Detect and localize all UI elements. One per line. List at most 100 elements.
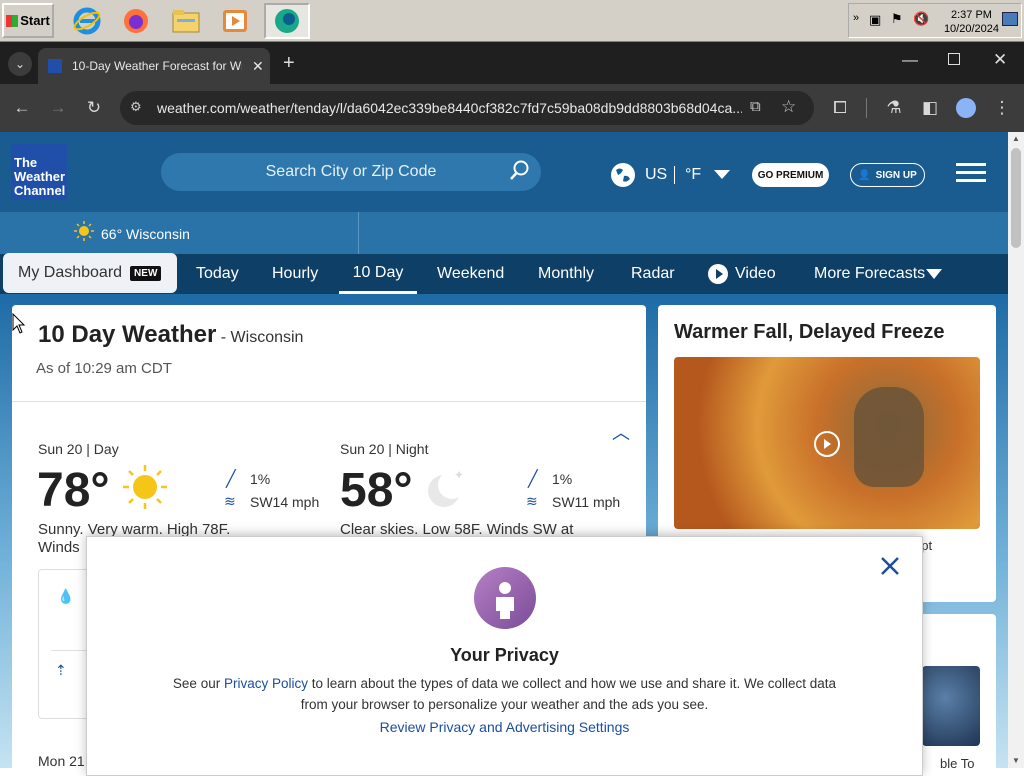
night-wind-icon: ≋ bbox=[526, 493, 538, 509]
nav-10-day[interactable]: 10 Day bbox=[339, 254, 417, 294]
globe-icon[interactable] bbox=[610, 162, 636, 193]
review-privacy-settings-link[interactable]: Review Privacy and Advertising Settings bbox=[87, 719, 922, 735]
active-tab[interactable]: 10-Day Weather Forecast for Wisco ✕ bbox=[38, 48, 270, 84]
recent-locations-bar: 66° Wisconsin bbox=[0, 212, 1008, 254]
sign-up-label: SIGN UP bbox=[875, 169, 917, 181]
nav-today[interactable]: Today bbox=[196, 254, 239, 294]
day-part: | Day bbox=[86, 441, 119, 457]
mouse-cursor-icon bbox=[12, 312, 26, 340]
address-bar[interactable]: ⚙ weather.com/weather/tenday/l/da6042ec3… bbox=[120, 91, 814, 125]
more-forecasts-caret-icon[interactable] bbox=[926, 269, 942, 279]
video-play-icon[interactable] bbox=[814, 431, 840, 457]
internet-explorer-icon[interactable] bbox=[70, 4, 104, 38]
day-temperature: 78° bbox=[37, 464, 110, 517]
night-precip: 1% bbox=[552, 471, 573, 487]
tray-expand-icon[interactable]: » bbox=[853, 12, 859, 24]
install-app-icon[interactable]: ⧉ bbox=[750, 98, 761, 115]
day-precip: 1% bbox=[250, 471, 271, 487]
logo-line-3: Channel bbox=[14, 183, 66, 198]
card-divider bbox=[12, 401, 646, 402]
restore-icon[interactable] bbox=[948, 53, 960, 65]
privacy-person-icon bbox=[474, 567, 536, 629]
page-scrollbar[interactable]: ▲ ▼ bbox=[1008, 132, 1024, 768]
minimize-icon[interactable]: — bbox=[902, 52, 918, 70]
night-temperature: 58° bbox=[340, 464, 413, 517]
side-panel-icon[interactable]: ◧ bbox=[918, 96, 942, 120]
second-article-fragment: ble To bbox=[940, 756, 975, 768]
clear-night-moon-icon: ✦ bbox=[422, 463, 470, 516]
search-icon[interactable] bbox=[509, 159, 531, 186]
humidity-icon: 💧 bbox=[57, 588, 75, 604]
windows-logo-icon bbox=[6, 14, 19, 27]
ten-day-title: 10 Day Weather bbox=[38, 321, 217, 348]
scroll-down-icon[interactable]: ▼ bbox=[1012, 756, 1020, 765]
nav-weekend[interactable]: Weekend bbox=[437, 254, 504, 294]
nav-video[interactable]: Video bbox=[735, 254, 776, 294]
clock-time: 2:37 PM bbox=[950, 9, 992, 21]
forward-icon[interactable]: → bbox=[46, 96, 70, 120]
tab-close-icon[interactable]: ✕ bbox=[252, 58, 264, 75]
labs-flask-icon[interactable]: ⚗ bbox=[882, 96, 906, 120]
start-label: Start bbox=[20, 13, 50, 28]
network-icon[interactable]: ▣ bbox=[869, 12, 881, 28]
nav-more-forecasts[interactable]: More Forecasts bbox=[814, 254, 925, 294]
night-wind: SW11 mph bbox=[552, 494, 621, 510]
weather-favicon-icon bbox=[48, 59, 62, 73]
region-label[interactable]: US bbox=[645, 166, 667, 184]
edge-browser-icon[interactable] bbox=[264, 3, 310, 39]
svg-text:✦: ✦ bbox=[454, 468, 464, 482]
logo-line-2: Weather bbox=[14, 169, 66, 184]
new-tab-icon[interactable]: + bbox=[283, 52, 295, 75]
file-explorer-icon[interactable] bbox=[169, 4, 203, 38]
article-title[interactable]: Warmer Fall, Delayed Freeze bbox=[674, 321, 945, 344]
site-info-icon[interactable]: ⚙ bbox=[130, 99, 142, 115]
night-heading: Sun 20 | Night bbox=[340, 441, 428, 457]
day-heading: Sun 20 | Day bbox=[38, 441, 119, 457]
scrollbar-thumb[interactable] bbox=[1011, 148, 1021, 248]
clock[interactable]: 2:37 PM 10/20/2024 bbox=[944, 8, 999, 36]
privacy-modal: Your Privacy See our Privacy Policy to l… bbox=[86, 536, 923, 776]
media-player-icon[interactable] bbox=[218, 4, 252, 38]
privacy-policy-link[interactable]: Privacy Policy bbox=[224, 676, 308, 691]
search-input[interactable]: Search City or Zip Code bbox=[161, 153, 541, 191]
sun-icon bbox=[74, 221, 94, 246]
privacy-body-prefix: See our bbox=[172, 676, 224, 691]
url-text: weather.com/weather/tenday/l/da6042ec339… bbox=[157, 100, 742, 116]
bookmark-star-icon[interactable]: ☆ bbox=[781, 97, 796, 117]
extensions-icon[interactable]: ⧠ bbox=[828, 96, 852, 120]
collapse-chevron-up-icon[interactable]: ︿ bbox=[612, 419, 630, 445]
back-icon[interactable]: ← bbox=[10, 96, 34, 120]
sign-up-button[interactable]: 👤 SIGN UP bbox=[850, 163, 925, 187]
show-desktop-icon[interactable] bbox=[1002, 12, 1018, 26]
chrome-menu-icon[interactable]: ⋮ bbox=[990, 96, 1014, 120]
hamburger-menu-icon[interactable] bbox=[956, 163, 986, 188]
system-tray: » ▣ ⚑ 🔇 2:37 PM 10/20/2024 bbox=[848, 3, 1022, 38]
nav-monthly[interactable]: Monthly bbox=[538, 254, 594, 294]
profile-avatar[interactable] bbox=[956, 98, 976, 118]
windows-taskbar: Start » ▣ ⚑ 🔇 2:37 PM 10/20/2024 bbox=[0, 0, 1024, 42]
window-close-icon[interactable]: ✕ bbox=[993, 50, 1007, 70]
start-button[interactable]: Start bbox=[2, 3, 54, 38]
play-icon[interactable] bbox=[708, 264, 728, 284]
close-icon[interactable] bbox=[879, 555, 901, 582]
owl-video-thumbnail[interactable] bbox=[674, 357, 980, 529]
volume-muted-icon[interactable]: 🔇 bbox=[913, 11, 929, 27]
scroll-up-icon[interactable]: ▲ bbox=[1012, 134, 1020, 143]
tab-search-icon[interactable]: ⌄ bbox=[8, 52, 32, 76]
weather-channel-logo[interactable]: The Weather Channel bbox=[11, 144, 67, 200]
flag-icon[interactable]: ⚑ bbox=[891, 11, 903, 27]
reload-icon[interactable]: ↻ bbox=[82, 96, 106, 120]
go-premium-button[interactable]: GO PREMIUM bbox=[752, 163, 829, 187]
nav-radar[interactable]: Radar bbox=[631, 254, 675, 294]
go-premium-label: GO PREMIUM bbox=[757, 169, 824, 181]
unit-label[interactable]: °F bbox=[685, 166, 701, 184]
nav-hourly[interactable]: Hourly bbox=[272, 254, 318, 294]
recent-location-link[interactable]: 66° Wisconsin bbox=[101, 226, 190, 242]
card-heading: 10 Day Weather - Wisconsin bbox=[38, 321, 303, 349]
site-header: The Weather Channel Search City or Zip C… bbox=[0, 132, 1008, 212]
night-precip-drop-icon: ╱ bbox=[528, 471, 538, 488]
my-dashboard-button[interactable]: My Dashboard NEW bbox=[3, 253, 177, 293]
earth-thumbnail[interactable] bbox=[922, 666, 980, 746]
unit-dropdown-icon[interactable] bbox=[714, 170, 730, 179]
firefox-icon[interactable] bbox=[119, 4, 153, 38]
